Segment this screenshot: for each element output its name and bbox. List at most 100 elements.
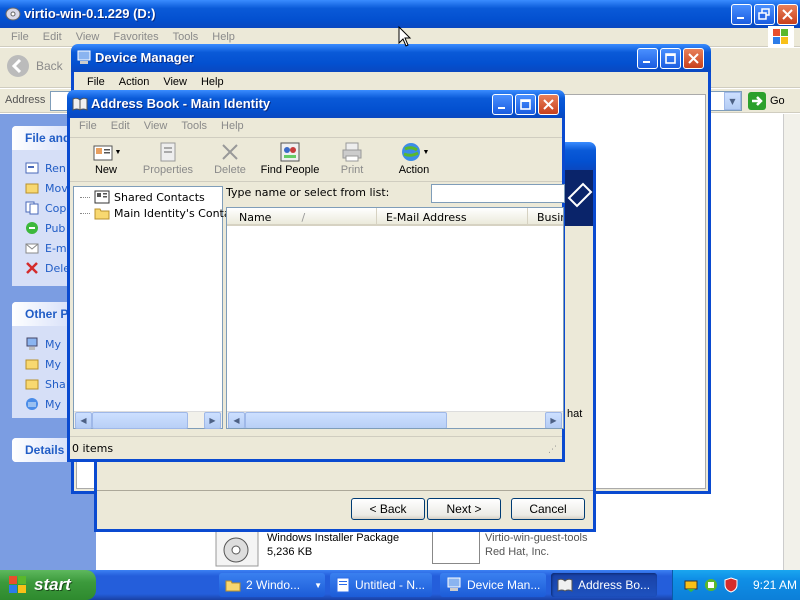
ab-menu-view[interactable]: View: [137, 120, 175, 132]
search-input[interactable]: [431, 184, 565, 203]
installer-package-icon: [215, 529, 259, 567]
tray-network-icon[interactable]: [683, 577, 699, 593]
tray-security-shield-icon[interactable]: [723, 577, 739, 593]
address-dropdown-button[interactable]: ▼: [724, 92, 741, 110]
menu-view[interactable]: View: [69, 31, 107, 43]
back-button[interactable]: Back: [6, 54, 63, 78]
computer-icon: [447, 577, 461, 591]
dm-menu-view[interactable]: View: [156, 76, 194, 88]
menu-file[interactable]: File: [4, 31, 36, 43]
scroll-left-icon[interactable]: ◀: [75, 412, 92, 429]
find-people-icon: [280, 142, 300, 162]
menu-tools[interactable]: Tools: [166, 31, 206, 43]
tree-main-identity[interactable]: Main Identity's Conta: [80, 206, 231, 220]
wizard-banner-graphic: [565, 170, 593, 226]
wizard-partial-text: hat: [567, 408, 583, 420]
ab-menu-edit[interactable]: Edit: [104, 120, 137, 132]
action-label: Action: [398, 164, 430, 176]
device-manager-title: Device Manager: [95, 50, 194, 65]
dm-menu-action[interactable]: Action: [112, 76, 157, 88]
system-tray: 9:21 AM: [672, 570, 800, 600]
dm-menu-file[interactable]: File: [80, 76, 112, 88]
find-people-button[interactable]: Find People: [260, 140, 320, 176]
tray-connection-icon[interactable]: [703, 577, 719, 593]
wizard-back-button[interactable]: < Back: [351, 498, 425, 520]
explorer-minimize-button[interactable]: [731, 4, 752, 25]
scroll-right-icon[interactable]: ▶: [204, 412, 221, 429]
menu-edit[interactable]: Edit: [36, 31, 69, 43]
ab-menu-tools[interactable]: Tools: [174, 120, 214, 132]
ab-menu-help[interactable]: Help: [214, 120, 251, 132]
task-notepad[interactable]: Untitled - N...: [330, 573, 432, 597]
dm-minimize-button[interactable]: [637, 48, 658, 69]
task-address-book[interactable]: Address Bo...: [551, 573, 657, 597]
dm-menu-help[interactable]: Help: [194, 76, 231, 88]
search-label: Type name or select from list:: [226, 186, 390, 199]
address-label: Address: [5, 94, 46, 106]
explorer-right-edge: [783, 114, 800, 570]
column-email[interactable]: E-Mail Address: [378, 208, 528, 226]
start-button[interactable]: start: [0, 570, 96, 600]
address-book-body: File Edit View Tools Help ▼ New Properti…: [67, 118, 565, 462]
file-item-installer[interactable]: Windows Installer Package 5,236 KB: [214, 528, 404, 570]
tree-shared-contacts[interactable]: Shared Contacts: [80, 190, 205, 204]
delete-x-icon: [222, 144, 238, 160]
scroll-left-icon[interactable]: ◀: [228, 412, 245, 428]
ab-toolbar-bottom-separator: [70, 181, 562, 182]
column-name[interactable]: Name /: [227, 208, 377, 226]
address-book-icon: [72, 97, 88, 111]
ab-minimize-button[interactable]: [492, 94, 513, 115]
shared-contacts-icon: [94, 190, 110, 204]
documents-icon: [25, 359, 39, 370]
address-book-titlebar[interactable]: Address Book - Main Identity: [67, 90, 565, 118]
dm-close-button[interactable]: [683, 48, 704, 69]
list-scroll-thumb[interactable]: [245, 412, 447, 428]
properties-button[interactable]: Properties: [140, 140, 196, 176]
tray-clock[interactable]: 9:21 AM: [753, 578, 797, 592]
print-label: Print: [340, 164, 364, 176]
tree-hscrollbar[interactable]: ◀ ▶: [74, 411, 222, 429]
file-item-guest-tools[interactable]: Virtio-win-guest-tools Red Hat, Inc.: [432, 528, 632, 570]
ab-menu-file[interactable]: File: [72, 120, 104, 132]
maximize-icon: [520, 99, 531, 110]
action-button[interactable]: ▼ Action: [392, 140, 436, 176]
new-contact-button[interactable]: ▼ New: [86, 140, 126, 176]
tree-scroll-thumb[interactable]: [92, 412, 188, 429]
guest-tools-vendor: Red Hat, Inc.: [485, 546, 550, 558]
device-manager-titlebar[interactable]: Device Manager: [71, 44, 711, 72]
delete-button[interactable]: Delete: [210, 140, 250, 176]
dm-maximize-button[interactable]: [660, 48, 681, 69]
task-explorer-group[interactable]: 2 Windo... ▼: [219, 573, 325, 597]
column-business[interactable]: Busine: [529, 208, 563, 226]
task-rename-label: Ren: [45, 161, 66, 175]
wizard-separator: [97, 490, 593, 491]
go-button[interactable]: Go: [748, 92, 785, 110]
ab-close-button[interactable]: [538, 94, 559, 115]
close-icon: [782, 9, 793, 20]
folder-tree: Shared Contacts Main Identity's Conta ◀ …: [73, 186, 231, 429]
explorer-restore-button[interactable]: [754, 4, 775, 25]
scroll-right-icon[interactable]: ▶: [545, 412, 562, 428]
task-address-book-label: Address Bo...: [578, 578, 651, 592]
menu-help[interactable]: Help: [205, 31, 242, 43]
explorer-close-button[interactable]: [777, 4, 798, 25]
move-icon: [25, 183, 39, 194]
explorer-titlebar[interactable]: virtio-win-0.1.229 (D:): [0, 0, 800, 28]
find-people-label: Find People: [260, 164, 320, 176]
other-place-4-label: My: [45, 397, 62, 411]
task-device-manager[interactable]: Device Man...: [440, 573, 546, 597]
ab-maximize-button[interactable]: [515, 94, 536, 115]
ab-toolbar-separator: [70, 137, 562, 138]
task-move-label: Mov: [45, 181, 68, 195]
resize-grip-icon[interactable]: ⋰: [548, 445, 557, 455]
status-items-count: 0 items: [72, 442, 114, 455]
wizard-cancel-button[interactable]: Cancel: [511, 498, 585, 520]
list-hscrollbar[interactable]: ◀ ▶: [227, 411, 563, 428]
notepad-icon: [336, 577, 350, 593]
wizard-next-button[interactable]: Next >: [427, 498, 501, 520]
print-button[interactable]: Print: [334, 140, 370, 176]
task-notepad-label: Untitled - N...: [355, 578, 426, 592]
mouse-cursor-icon: [398, 26, 412, 47]
menu-favorites[interactable]: Favorites: [106, 31, 165, 43]
address-book-icon: [557, 578, 573, 592]
